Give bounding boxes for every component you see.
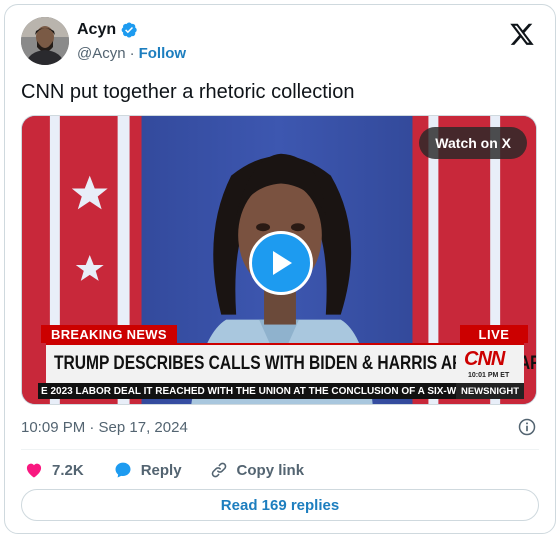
author-name-row: Acyn — [77, 21, 138, 39]
like-count: 7.2K — [52, 461, 84, 479]
read-replies-button[interactable]: Read 169 replies — [21, 489, 539, 521]
live-badge: LIVE — [460, 325, 528, 343]
reply-button[interactable]: Reply — [113, 460, 182, 480]
breaking-news-label: BREAKING NEWS — [41, 325, 177, 343]
like-button[interactable]: 7.2K — [24, 460, 84, 480]
copy-link-button[interactable]: Copy link — [209, 460, 305, 480]
reply-label: Reply — [140, 461, 182, 479]
show-name: NEWSNIGHT — [456, 383, 524, 399]
avatar-image — [21, 17, 69, 65]
tweet-timestamp[interactable]: 10:09 PM · Sep 17, 2024 — [21, 419, 188, 436]
tweet-card: Acyn @Acyn · Follow CNN put together a r… — [4, 4, 556, 534]
verified-badge-icon — [121, 22, 137, 38]
network-logo-box: CNN 10:01 PM ET — [456, 343, 524, 383]
author-name[interactable]: Acyn — [77, 21, 116, 39]
handle-separator: · — [129, 45, 135, 62]
video-player[interactable]: Watch on X BREAKING NEWS LIVE TRUMP DESC… — [21, 115, 537, 405]
info-icon[interactable] — [517, 417, 537, 437]
cnn-logo: CNN — [464, 348, 505, 370]
broadcast-time: 10:01 PM ET — [468, 372, 510, 379]
x-logo-icon[interactable] — [509, 21, 535, 47]
play-icon — [273, 251, 292, 275]
author-avatar[interactable] — [21, 17, 69, 65]
copy-link-label: Copy link — [236, 461, 305, 479]
author-handle[interactable]: @Acyn — [77, 45, 126, 62]
follow-button[interactable]: Follow — [139, 45, 187, 62]
divider — [21, 449, 539, 450]
chyron-bar: TRUMP DESCRIBES CALLS WITH BIDEN & HARRI… — [46, 343, 536, 383]
link-icon — [211, 462, 226, 478]
action-bar: 7.2K Reply Copy link — [21, 459, 304, 481]
reply-bubble-icon — [115, 462, 131, 478]
heart-icon — [26, 463, 42, 478]
author-handle-row: @Acyn · Follow — [77, 45, 186, 62]
play-button[interactable] — [249, 231, 313, 295]
watch-on-x-button[interactable]: Watch on X — [419, 127, 527, 159]
news-ticker: E 2023 LABOR DEAL IT REACHED WITH THE UN… — [38, 383, 456, 399]
tweet-text: CNN put together a rhetoric collection — [21, 81, 355, 103]
